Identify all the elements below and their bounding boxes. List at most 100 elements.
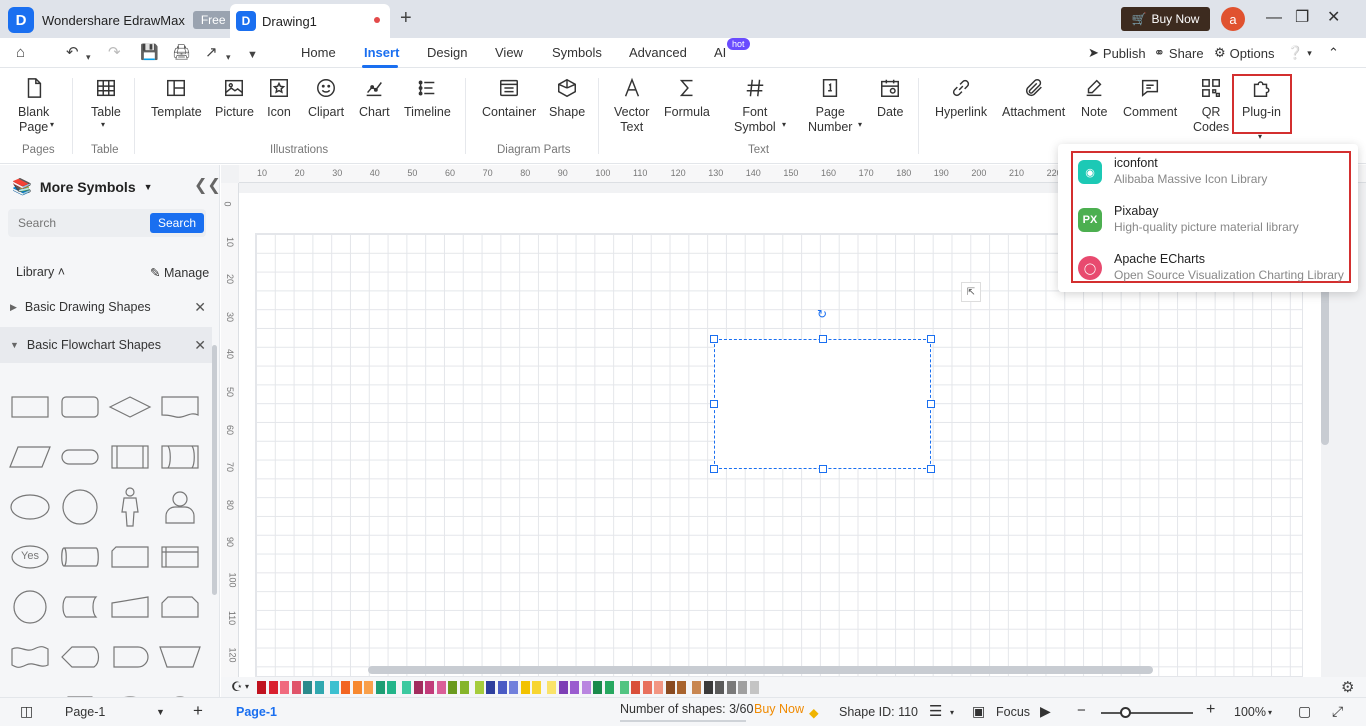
color-swatch[interactable]: [257, 681, 266, 694]
selected-rectangle-shape[interactable]: [714, 339, 931, 469]
color-swatch[interactable]: [604, 681, 614, 694]
internal-storage-shape[interactable]: [156, 533, 204, 581]
plugin-item-pixabay[interactable]: PX Pixabay High-quality picture material…: [1074, 200, 1344, 244]
plugin-item-apache-echarts[interactable]: ◯ Apache ECharts Open Source Visualizati…: [1074, 248, 1344, 292]
color-swatch[interactable]: [364, 681, 373, 694]
attachment-button[interactable]: Attachment: [1002, 76, 1065, 120]
color-swatch[interactable]: [291, 681, 301, 694]
focus-label[interactable]: Focus: [996, 705, 1030, 719]
menu-design[interactable]: Design: [427, 45, 467, 60]
connector-shape[interactable]: [6, 583, 54, 631]
color-swatch[interactable]: [677, 681, 686, 694]
color-swatch[interactable]: [474, 681, 484, 694]
oval-shape[interactable]: [106, 683, 154, 697]
color-swatch[interactable]: [547, 681, 556, 694]
close-library-icon[interactable]: ✕: [194, 299, 206, 316]
plugin-dropdown-icon[interactable]: ▾: [1258, 132, 1262, 141]
color-swatch[interactable]: [341, 681, 350, 694]
color-swatch[interactable]: [509, 681, 518, 694]
comment-button[interactable]: Comment: [1123, 76, 1177, 120]
avatar[interactable]: a: [1221, 7, 1245, 31]
close-library-icon[interactable]: ✕: [194, 337, 206, 354]
container-button[interactable]: Container: [482, 76, 536, 120]
hyperlink-button[interactable]: Hyperlink: [935, 76, 987, 120]
page-number-button[interactable]: Page Number: [808, 76, 852, 135]
zoom-slider-track[interactable]: [1101, 712, 1193, 714]
delay-shape[interactable]: [106, 633, 154, 681]
color-swatch[interactable]: [352, 681, 362, 694]
options-button[interactable]: ⚙ Options: [1214, 45, 1274, 61]
zoom-dropdown-icon[interactable]: ▾: [1268, 708, 1272, 717]
menu-insert[interactable]: Insert: [364, 45, 399, 60]
zoom-slider-knob[interactable]: [1120, 707, 1131, 718]
menu-symbols[interactable]: Symbols: [552, 45, 602, 60]
fullscreen-icon[interactable]: ⤢: [1332, 703, 1343, 720]
color-swatch[interactable]: [631, 681, 640, 694]
color-swatch[interactable]: [665, 681, 675, 694]
library-basic-flowchart-shapes[interactable]: ▼ Basic Flowchart Shapes ✕: [0, 327, 212, 363]
color-swatch[interactable]: [303, 681, 312, 694]
color-swatch[interactable]: [726, 681, 736, 694]
color-swatch[interactable]: [280, 681, 289, 694]
page-selector[interactable]: Page-1: [65, 705, 105, 719]
rotate-handle-icon[interactable]: ↻: [817, 307, 827, 321]
blank-page-button[interactable]: Blank Page: [18, 76, 49, 135]
export-dropdown-icon[interactable]: ▾: [226, 48, 231, 66]
note-button[interactable]: Note: [1081, 76, 1107, 120]
save-icon[interactable]: 💾: [140, 44, 159, 62]
zoom-level[interactable]: 100%: [1234, 705, 1266, 719]
horizontal-scrollbar[interactable]: [368, 666, 1153, 674]
table-dropdown-icon[interactable]: ▾: [101, 120, 105, 129]
color-swatch[interactable]: [329, 681, 339, 694]
punched-tape-shape[interactable]: [6, 633, 54, 681]
color-swatch[interactable]: [749, 681, 759, 694]
share-button[interactable]: ⚭ Share: [1154, 45, 1204, 61]
undo-dropdown-icon[interactable]: ▾: [86, 48, 91, 66]
process-shape[interactable]: [6, 383, 54, 431]
menu-view[interactable]: View: [495, 45, 523, 60]
quick-access-dropdown-icon[interactable]: ▼: [247, 46, 258, 64]
color-swatch[interactable]: [532, 681, 541, 694]
page-selector-dropdown-icon[interactable]: ▼: [156, 707, 165, 717]
stored-data-cylinder-shape[interactable]: [56, 583, 104, 631]
color-swatch[interactable]: [375, 681, 385, 694]
data-shape[interactable]: [6, 433, 54, 481]
font-symbol-button[interactable]: Font Symbol: [734, 76, 776, 135]
clipart-button[interactable]: Clipart: [308, 76, 344, 120]
buy-now-button[interactable]: 🛒 Buy Now: [1121, 7, 1210, 31]
play-icon[interactable]: ▶: [1040, 703, 1051, 720]
add-page-icon[interactable]: +: [193, 701, 203, 721]
library-basic-drawing-shapes[interactable]: ▶ Basic Drawing Shapes ✕: [0, 289, 212, 325]
menu-home[interactable]: Home: [301, 45, 336, 60]
resize-handle[interactable]: [818, 465, 827, 473]
home-icon[interactable]: ⌂: [16, 44, 25, 62]
template-button[interactable]: Template: [151, 76, 202, 120]
symbol-search-input[interactable]: [8, 209, 148, 237]
loop-limit-shape[interactable]: [156, 583, 204, 631]
decision-shape[interactable]: [106, 383, 154, 431]
alternate-process-shape[interactable]: [56, 383, 104, 431]
resize-handle[interactable]: [710, 335, 718, 343]
color-swatch[interactable]: [459, 681, 469, 694]
user-shape[interactable]: [156, 483, 204, 531]
app-tab[interactable]: D Wondershare EdrawMax Free: [8, 4, 234, 36]
library-toggle[interactable]: Library ˄: [16, 265, 65, 279]
print-icon[interactable]: 🖨: [172, 44, 191, 62]
resize-handle[interactable]: [710, 400, 718, 408]
preparation-shape[interactable]: [56, 683, 104, 697]
color-swatch[interactable]: [715, 681, 724, 694]
color-swatch[interactable]: [448, 681, 457, 694]
resize-handle[interactable]: [927, 400, 935, 408]
plugin-button[interactable]: Plug-in: [1242, 76, 1281, 120]
manual-operation-shape[interactable]: [156, 633, 204, 681]
color-swatch[interactable]: [387, 681, 396, 694]
terminator-shape[interactable]: [56, 433, 104, 481]
menu-advanced[interactable]: Advanced: [629, 45, 687, 60]
yes-terminator-shape[interactable]: Yes: [6, 533, 54, 581]
color-swatch[interactable]: [425, 681, 434, 694]
timeline-button[interactable]: Timeline: [404, 76, 451, 120]
symbol-search-button[interactable]: Search: [149, 213, 204, 233]
zoom-in-icon[interactable]: +: [1206, 701, 1215, 719]
color-swatch[interactable]: [570, 681, 579, 694]
zoom-out-icon[interactable]: −: [1077, 702, 1086, 719]
